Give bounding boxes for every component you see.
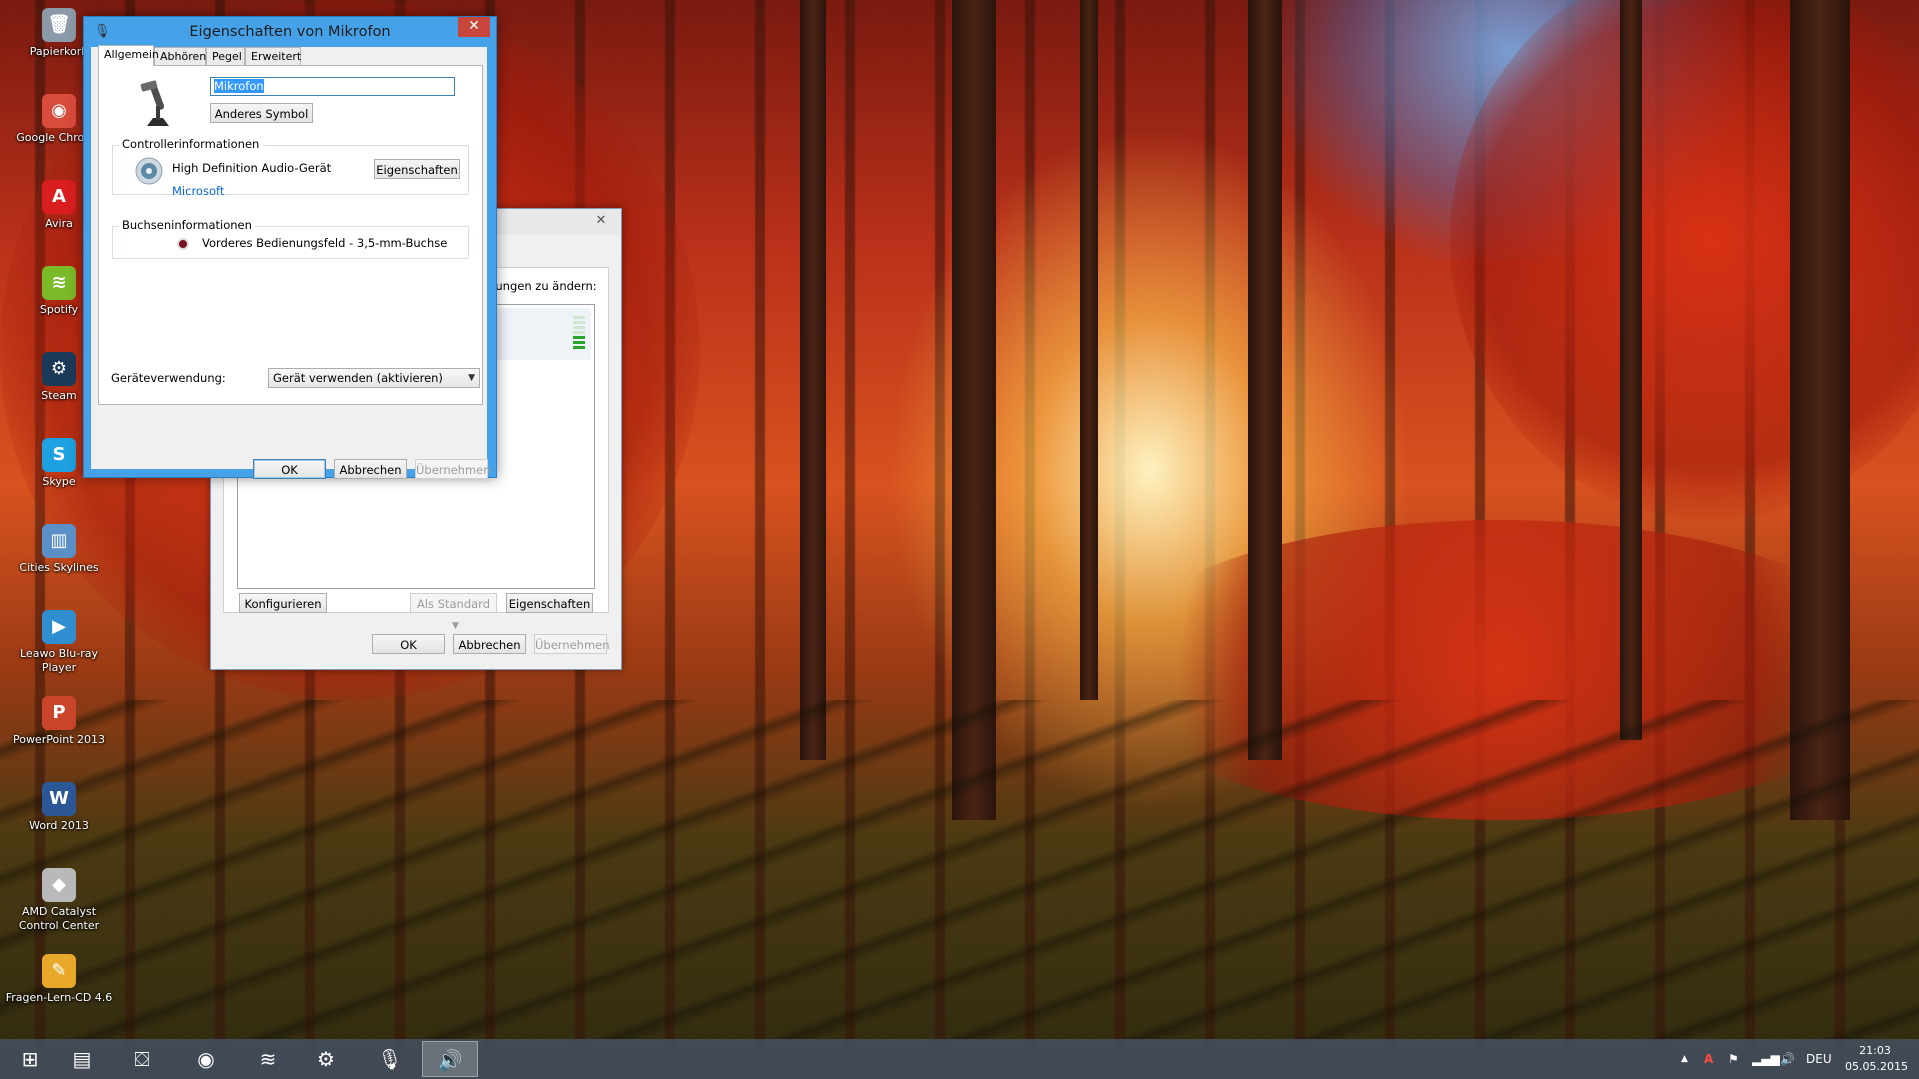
desktop-icon-label: Fragen-Lern-CD 4.6 — [5, 991, 113, 1004]
taskbar-file-explorer-icon[interactable]: ▤ — [54, 1041, 110, 1077]
network-icon[interactable]: ▂▄▆ — [1752, 1039, 1780, 1079]
desktop-icon-label: Word 2013 — [29, 819, 89, 832]
clock[interactable]: 21:03 05.05.2015 — [1845, 1043, 1908, 1075]
flag-icon[interactable]: ⚑ — [1728, 1039, 1739, 1079]
controller-name: High Definition Audio-Gerät — [172, 161, 332, 175]
microphone-properties-dialog: 🎙 Eigenschaften von Mikrofon ✕ Allgemein… — [83, 16, 497, 479]
desktop-icon-word[interactable]: W Word 2013 — [4, 782, 114, 833]
wallpaper-tree — [1248, 0, 1282, 760]
input-level-meter — [573, 316, 585, 356]
desktop-icon-cities-skylines[interactable]: ▥ Cities Skylines — [4, 524, 114, 575]
close-button[interactable]: ✕ — [458, 17, 490, 37]
chrome-icon: ◉ — [42, 94, 76, 128]
jack-description: Vorderes Bedienungsfeld - 3,5-mm-Buchse — [202, 236, 448, 250]
tab-pegel[interactable]: Pegel — [206, 47, 245, 65]
avira-icon: A — [42, 180, 76, 214]
desktop-icon-label: Steam — [41, 389, 77, 402]
device-name-value: Mikrofon — [214, 79, 264, 93]
desktop-icon-label: Skype — [42, 475, 76, 488]
wallpaper-ground — [0, 700, 1919, 1040]
desktop-icon-amd-catalyst[interactable]: ◆ AMD Catalyst Control Center — [4, 868, 114, 933]
controller-properties-button[interactable]: Eigenschaften — [374, 159, 460, 179]
set-default-label: Als Standard — [416, 597, 491, 611]
set-default-button[interactable]: Als Standard ▼ — [410, 593, 497, 631]
taskbar: ⊞ ▤ ⛋ ◉ ≋ ⚙ 🎙 🔊 ▲ A ⚑ ▂▄▆ 🔊 DEU 21:03 05.05.201… — [0, 1039, 1919, 1079]
desktop-icon-label: Spotify — [39, 303, 79, 316]
taskbar-windows-store-icon[interactable]: ⛋ — [114, 1041, 170, 1077]
tray-up-arrow-icon[interactable]: ▲ — [1681, 1039, 1688, 1079]
desktop-icon-fragen-lern-cd[interactable]: ✎ Fragen-Lern-CD 4.6 — [4, 954, 114, 1005]
wallpaper-tree — [1790, 0, 1850, 820]
powerpoint-icon: P — [42, 696, 76, 730]
wallpaper-tree — [1620, 0, 1642, 740]
jack-info-label: Buchseninformationen — [119, 218, 255, 232]
ok-button[interactable]: OK — [372, 634, 445, 654]
dialog-title: Eigenschaften von Mikrofon — [189, 24, 391, 40]
chevron-down-icon[interactable]: ▼ — [452, 621, 459, 631]
desktop-icon-label: Cities Skylines — [19, 561, 99, 574]
cities-skylines-icon: ▥ — [42, 524, 76, 558]
desktop-icon-label: AMD Catalyst Control Center — [18, 905, 100, 932]
tab-abhoeren[interactable]: Abhören — [154, 47, 206, 65]
microphone-device-icon — [140, 80, 169, 126]
word-icon: W — [42, 782, 76, 816]
tab-page-allgemein: Mikrofon Anderes Symbol Controllerinform… — [98, 65, 483, 405]
properties-button[interactable]: Eigenschaften — [506, 593, 593, 613]
cancel-button[interactable]: Abbrechen — [334, 459, 407, 479]
sound-dialog-hint: llungen zu ändern: — [489, 279, 597, 293]
device-usage-value: Gerät verwenden (aktivieren) — [273, 371, 443, 385]
taskbar-microphone-icon[interactable]: 🎙 — [362, 1041, 418, 1077]
taskbar-spotify-icon[interactable]: ≋ — [240, 1041, 296, 1077]
amd-catalyst-icon: ◆ — [42, 868, 76, 902]
jack-color-icon — [177, 238, 189, 250]
wallpaper-tree — [1080, 0, 1098, 700]
close-icon[interactable]: ✕ — [587, 212, 615, 230]
leawo-icon: ▶ — [42, 610, 76, 644]
speaker-device-icon — [135, 157, 163, 185]
desktop-icon-leawo[interactable]: ▶ Leawo Blu-ray Player — [4, 610, 114, 675]
cancel-button[interactable]: Abbrechen — [453, 634, 526, 654]
device-usage-label: Geräteverwendung: — [111, 371, 226, 385]
taskbar-chrome-icon[interactable]: ◉ — [178, 1041, 234, 1077]
steam-icon: ⚙ — [42, 352, 76, 386]
wallpaper-tree — [800, 0, 826, 760]
controller-vendor-link[interactable]: Microsoft — [172, 184, 224, 198]
language-indicator[interactable]: DEU — [1806, 1039, 1832, 1079]
clock-time: 21:03 — [1859, 1044, 1891, 1057]
desktop-icon-label: Avira — [45, 217, 73, 230]
chevron-down-icon: ▼ — [468, 373, 475, 383]
tab-allgemein[interactable]: Allgemein — [98, 45, 159, 66]
desktop-icon-powerpoint[interactable]: P PowerPoint 2013 — [4, 696, 114, 747]
spotify-icon: ≋ — [42, 266, 76, 300]
skype-icon: S — [42, 438, 76, 472]
taskbar-sound-icon[interactable]: 🔊 — [422, 1041, 478, 1077]
change-icon-button[interactable]: Anderes Symbol — [210, 103, 313, 123]
apply-button[interactable]: Übernehmen — [415, 459, 491, 479]
desktop-icon-label: Papierkorb — [29, 45, 89, 58]
desktop-icon-label: PowerPoint 2013 — [12, 733, 106, 746]
controller-info-label: Controllerinformationen — [119, 137, 263, 151]
taskbar-steam-icon[interactable]: ⚙ — [298, 1041, 354, 1077]
dialog-client: Allgemein Abhören Pegel Erweitert Mikrof… — [91, 45, 491, 479]
apply-button[interactable]: Übernehmen — [534, 634, 610, 654]
configure-button[interactable]: Konfigurieren — [239, 593, 327, 613]
recycle-bin-icon: 🗑 — [42, 8, 76, 42]
tab-erweitert[interactable]: Erweitert — [245, 47, 301, 65]
device-name-input[interactable]: Mikrofon — [210, 77, 455, 96]
volume-icon[interactable]: 🔊 — [1780, 1039, 1795, 1079]
wallpaper-tree — [952, 0, 996, 820]
taskbar-windows-start-icon[interactable]: ⊞ — [2, 1041, 58, 1077]
avira-tray-icon[interactable]: A — [1704, 1039, 1713, 1079]
ok-button[interactable]: OK — [253, 459, 326, 479]
desktop-icon-label: Leawo Blu-ray Player — [20, 647, 98, 674]
fragen-lern-cd-icon: ✎ — [42, 954, 76, 988]
clock-date: 05.05.2015 — [1845, 1060, 1908, 1073]
device-usage-select[interactable]: Gerät verwenden (aktivieren) ▼ — [268, 368, 480, 388]
